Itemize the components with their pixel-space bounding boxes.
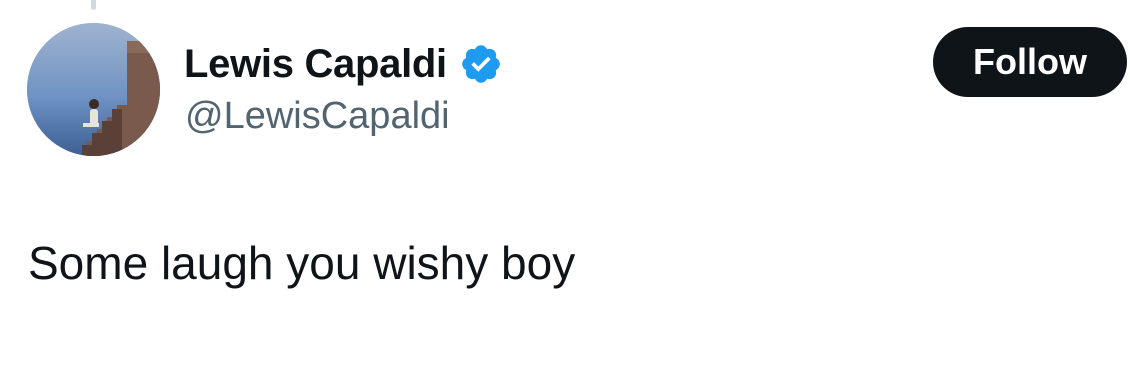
author-name-row: Lewis Capaldi: [184, 40, 503, 88]
avatar[interactable]: [27, 23, 160, 156]
author-display-name[interactable]: Lewis Capaldi: [184, 42, 447, 87]
thread-connector-line: [91, 0, 96, 10]
author-handle[interactable]: @LewisCapaldi: [185, 95, 450, 138]
avatar-image: [27, 23, 160, 156]
follow-button[interactable]: Follow: [933, 27, 1127, 97]
verified-badge-icon[interactable]: [459, 42, 503, 86]
tweet-text: Some laugh you wishy boy: [28, 237, 576, 289]
